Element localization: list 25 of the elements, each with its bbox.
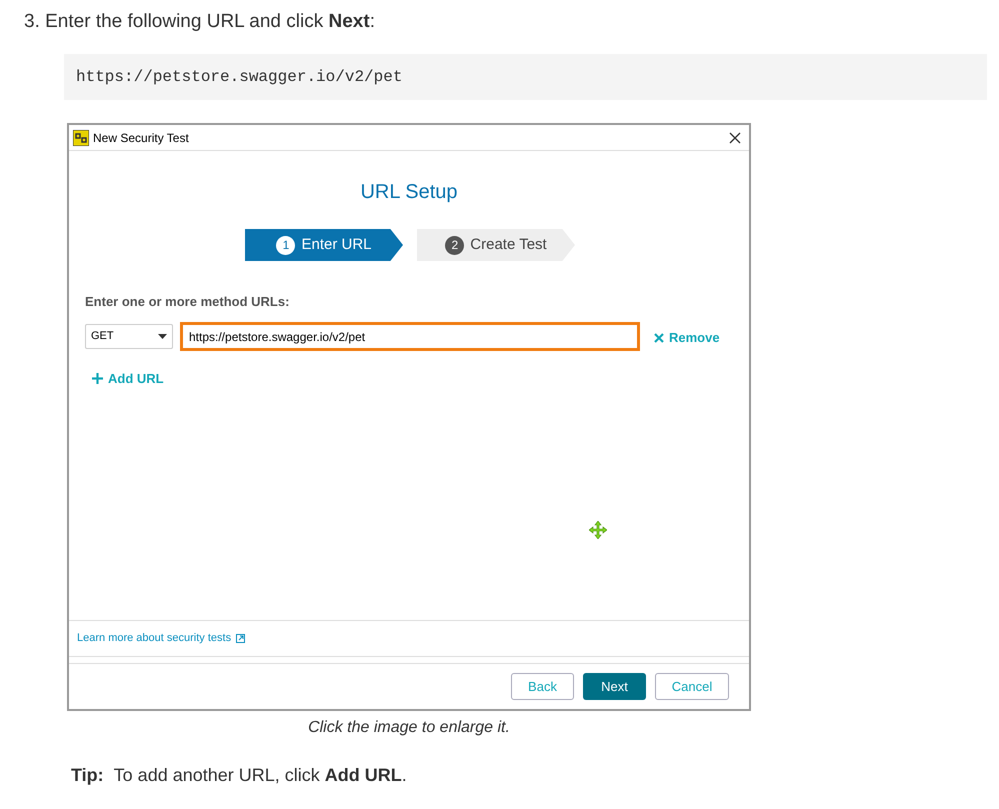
plus-icon — [92, 373, 103, 384]
caret-icon — [158, 334, 167, 339]
code-text: https://petstore.swagger.io/v2/pet — [76, 67, 402, 88]
app-logo-icon — [73, 130, 89, 146]
close-icon — [654, 332, 664, 343]
secondary-button[interactable]: Cancel — [655, 673, 729, 700]
window-title: New Security Test — [93, 130, 189, 146]
learn-more-link[interactable]: Learn more about security tests — [77, 630, 232, 647]
close-icon[interactable] — [729, 132, 741, 144]
step-tab[interactable]: 1 Enter URL — [245, 229, 403, 261]
prompt-label: Enter one or more method URLs: — [85, 293, 290, 311]
dialog-heading: URL Setup — [359, 180, 459, 205]
method-dropdown[interactable]: GET — [85, 324, 173, 349]
tip-label: Tip: — [71, 764, 104, 787]
move-cursor-icon — [589, 521, 607, 539]
tip-text: To add another URL, click Add URL. — [114, 764, 407, 787]
remove-button[interactable]: Remove — [654, 328, 720, 348]
step-text: 3. Enter the following URL and click Next: — [24, 10, 375, 34]
step-tab[interactable]: 2 Create Test — [417, 229, 575, 261]
secondary-button[interactable]: Back — [511, 673, 574, 700]
external-link-icon — [236, 634, 246, 643]
add-url-button[interactable]: Add URL — [92, 369, 164, 388]
image-caption: Click the image to enlarge it. — [307, 718, 511, 738]
primary-button[interactable]: Next — [583, 673, 646, 700]
url-field[interactable]: https://petstore.swagger.io/v2/pet — [180, 322, 640, 351]
